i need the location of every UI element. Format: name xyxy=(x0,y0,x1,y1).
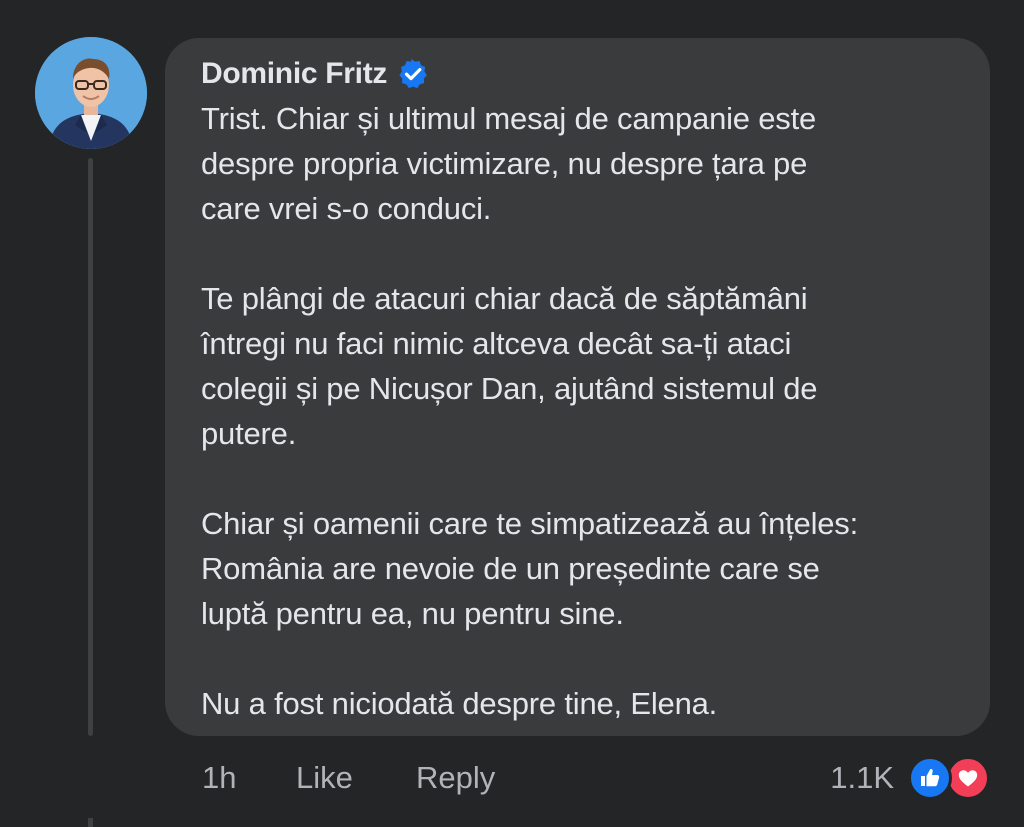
like-button[interactable]: Like xyxy=(296,760,416,796)
paragraph: Nu a fost niciodată despre tine, Elena. xyxy=(201,681,960,726)
text-line: luptă pentru ea, nu pentru sine. xyxy=(201,596,624,631)
comment-actions: 1h Like Reply xyxy=(202,752,495,804)
reactions-summary[interactable]: 1.1K xyxy=(830,755,990,801)
text-line: România are nevoie de un președinte care… xyxy=(201,551,820,586)
comment-bubble: Dominic Fritz Trist. Chiar și ultimul me… xyxy=(165,38,990,736)
text-line: despre propria victimizare, nu despre ța… xyxy=(201,146,808,181)
thread-line xyxy=(88,158,93,736)
text-line: colegii și pe Nicușor Dan, ajutând siste… xyxy=(201,371,818,406)
paragraph: Chiar și oamenii care te simpatizează au… xyxy=(201,501,960,636)
comment-text: Trist. Chiar și ultimul mesaj de campani… xyxy=(201,96,960,726)
like-icon xyxy=(908,756,952,800)
text-line: putere. xyxy=(201,416,297,451)
paragraph: Trist. Chiar și ultimul mesaj de campani… xyxy=(201,96,960,231)
reply-button[interactable]: Reply xyxy=(416,760,495,796)
author-name[interactable]: Dominic Fritz xyxy=(201,57,387,91)
thread-line-continuation xyxy=(88,818,93,827)
avatar[interactable] xyxy=(35,37,147,149)
paragraph: Te plângi de atacuri chiar dacă de săptă… xyxy=(201,276,960,456)
text-line: Chiar și oamenii care te simpatizează au… xyxy=(201,506,859,541)
text-line: care vrei s-o conduci. xyxy=(201,191,492,226)
text-line: Trist. Chiar și ultimul mesaj de campani… xyxy=(201,101,817,136)
timestamp[interactable]: 1h xyxy=(202,760,296,796)
profile-photo xyxy=(35,37,147,149)
love-icon xyxy=(946,756,990,800)
text-line: Nu a fost niciodată despre tine, Elena. xyxy=(201,686,718,721)
text-line: întregi nu faci nimic altceva decât sa-ț… xyxy=(201,326,792,361)
verified-badge-icon xyxy=(397,58,429,90)
text-line: Te plângi de atacuri chiar dacă de săptă… xyxy=(201,281,808,316)
reaction-count: 1.1K xyxy=(830,760,894,795)
